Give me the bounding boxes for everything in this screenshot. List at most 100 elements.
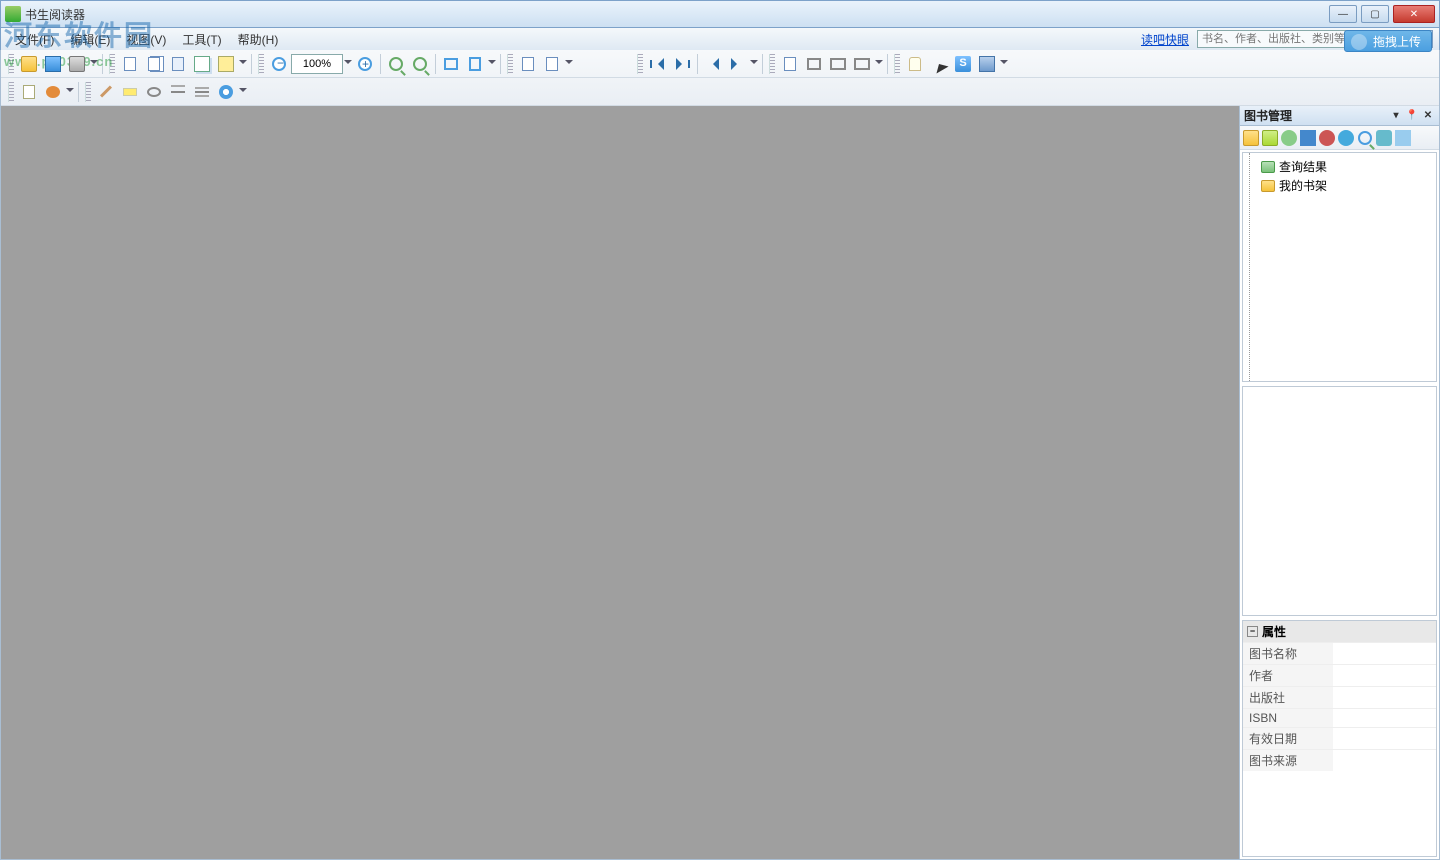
toolbar-grip[interactable]: [637, 54, 643, 74]
toolbar-grip[interactable]: [109, 54, 115, 74]
toolbar-grip[interactable]: [507, 54, 513, 74]
toolbar-dropdown[interactable]: [874, 60, 884, 68]
underline-button[interactable]: [167, 81, 189, 103]
search-input[interactable]: [1197, 30, 1367, 48]
tile-button[interactable]: [803, 53, 825, 75]
panel-delete-button[interactable]: [1318, 129, 1336, 147]
settings-button[interactable]: [215, 81, 237, 103]
last-page-icon: [676, 58, 688, 70]
panel-refresh-button[interactable]: [1280, 129, 1298, 147]
last-page-button[interactable]: [671, 53, 693, 75]
prop-value[interactable]: [1333, 750, 1436, 771]
prev-page-button[interactable]: [702, 53, 724, 75]
layout2-button[interactable]: [851, 53, 873, 75]
toolbar-dropdown[interactable]: [238, 60, 248, 68]
zoom-out-button[interactable]: [268, 53, 290, 75]
open-button[interactable]: [18, 53, 40, 75]
toolbar-grip[interactable]: [8, 54, 14, 74]
prop-value[interactable]: [1333, 643, 1436, 664]
prop-value[interactable]: [1333, 687, 1436, 708]
document-canvas[interactable]: [1, 106, 1239, 859]
layout1-button[interactable]: [827, 53, 849, 75]
hand-tool-button[interactable]: [904, 53, 926, 75]
book-mode-button[interactable]: [215, 53, 237, 75]
tree-item-results[interactable]: 查询结果: [1247, 157, 1432, 176]
menu-view[interactable]: 视图(V): [118, 29, 174, 50]
window-minimize-button[interactable]: —: [1329, 5, 1357, 23]
toolbar-grip[interactable]: [769, 54, 775, 74]
page-single-icon: [124, 57, 136, 71]
doc-button[interactable]: [779, 53, 801, 75]
toolbar-dropdown[interactable]: [999, 60, 1009, 68]
zoom-input[interactable]: [291, 54, 343, 74]
zoom-in-button[interactable]: [354, 53, 376, 75]
print-button[interactable]: [66, 53, 88, 75]
prop-label: 有效日期: [1243, 728, 1333, 749]
panel-search-button[interactable]: [1356, 129, 1374, 147]
dictionary-button[interactable]: [976, 53, 998, 75]
panel-new-folder-button[interactable]: [1242, 129, 1260, 147]
book-tree[interactable]: 查询结果 我的书架: [1242, 152, 1437, 382]
magnifier-in-button[interactable]: [385, 53, 407, 75]
toolbar-dropdown[interactable]: [487, 60, 497, 68]
pencil-button[interactable]: [95, 81, 117, 103]
upload-button[interactable]: 拖拽上传: [1344, 30, 1432, 52]
toolbar-dropdown[interactable]: [89, 60, 99, 68]
window-close-button[interactable]: ✕: [1393, 5, 1435, 23]
next-page-button[interactable]: [726, 53, 748, 75]
window-maximize-button[interactable]: ▢: [1361, 5, 1389, 23]
prop-value[interactable]: [1333, 665, 1436, 686]
panel-close-button[interactable]: ✕: [1421, 109, 1435, 123]
collapse-icon[interactable]: −: [1247, 626, 1258, 637]
menu-tools[interactable]: 工具(T): [174, 29, 229, 50]
toolbar-grip[interactable]: [258, 54, 264, 74]
panel-web-button[interactable]: [1337, 129, 1355, 147]
prop-row: 出版社: [1243, 686, 1436, 708]
title-bar: 书生阅读器 — ▢ ✕: [0, 0, 1440, 28]
prop-value[interactable]: [1333, 728, 1436, 749]
continuous-button[interactable]: [191, 53, 213, 75]
rotate-left-button[interactable]: [517, 53, 539, 75]
annotation-button[interactable]: [18, 81, 40, 103]
toolbar-grip[interactable]: [8, 82, 14, 102]
zoom-dropdown[interactable]: [343, 60, 353, 68]
strikethrough-button[interactable]: [191, 81, 213, 103]
tree-item-shelf[interactable]: 我的书架: [1247, 176, 1432, 195]
rotate-right-button[interactable]: [541, 53, 563, 75]
toolbar-grip[interactable]: [85, 82, 91, 102]
first-page-button[interactable]: [647, 53, 669, 75]
properties-header[interactable]: − 属性: [1243, 621, 1436, 642]
menu-file[interactable]: 文件(F): [7, 29, 62, 50]
panel-open-button[interactable]: [1261, 129, 1279, 147]
select-s-icon: S: [955, 56, 971, 72]
toolbar-grip[interactable]: [894, 54, 900, 74]
panel-export-button[interactable]: [1394, 129, 1412, 147]
pointer-tool-button[interactable]: [928, 53, 950, 75]
magnifier-out-button[interactable]: [409, 53, 431, 75]
toolbar-dropdown[interactable]: [564, 60, 574, 68]
panel-download-button[interactable]: [1299, 129, 1317, 147]
two-page-button[interactable]: [143, 53, 165, 75]
select-tool-button[interactable]: S: [952, 53, 974, 75]
panel-pin-button[interactable]: 📍: [1405, 109, 1419, 123]
toolbar-dropdown[interactable]: [238, 88, 248, 96]
prop-value[interactable]: [1333, 709, 1436, 727]
single-page-button[interactable]: [119, 53, 141, 75]
toolbar-dropdown[interactable]: [65, 88, 75, 96]
highlight-button[interactable]: [119, 81, 141, 103]
fit-page-icon: [469, 57, 481, 71]
menu-help[interactable]: 帮助(H): [230, 29, 287, 50]
bug-button[interactable]: [42, 81, 64, 103]
menu-edit[interactable]: 编辑(E): [62, 29, 118, 50]
panel-sync-button[interactable]: [1375, 129, 1393, 147]
fit-page-button[interactable]: [464, 53, 486, 75]
tree-label: 我的书架: [1279, 177, 1327, 194]
separator: [762, 54, 763, 74]
fit-width-button[interactable]: [440, 53, 462, 75]
toolbar-dropdown[interactable]: [749, 60, 759, 68]
save-button[interactable]: [42, 53, 64, 75]
ellipse-button[interactable]: [143, 81, 165, 103]
quick-link[interactable]: 读吧快眼: [1141, 31, 1189, 48]
panel-menu-button[interactable]: ▾: [1389, 109, 1403, 123]
thumb-button[interactable]: [167, 53, 189, 75]
